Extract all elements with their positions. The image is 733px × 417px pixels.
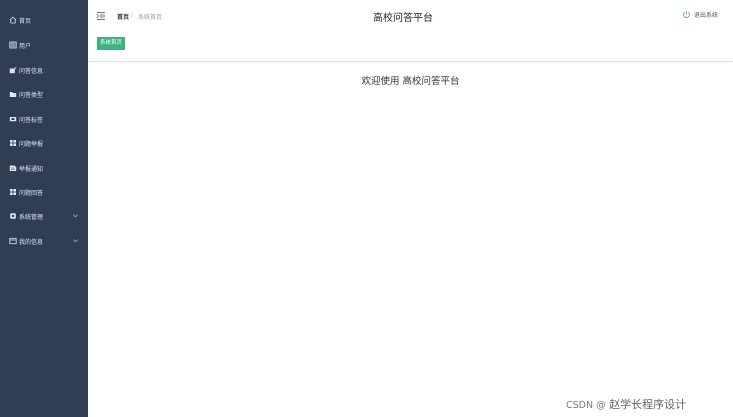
apps-icon — [9, 188, 17, 196]
chevron-down-icon[interactable] — [72, 212, 79, 219]
logout-button[interactable]: 退出系统 — [682, 10, 718, 19]
breadcrumb-home[interactable]: 首页 — [117, 12, 129, 21]
watermark-prefix: CSDN @ — [566, 400, 606, 411]
sidebar-item-label: 用户 — [19, 42, 32, 50]
sidebar-item-label: 系统管理 — [19, 213, 44, 221]
settings-icon — [9, 212, 17, 220]
breadcrumb-separator: / — [131, 12, 134, 19]
logout-label: 退出系统 — [694, 12, 719, 19]
edit-icon — [9, 66, 17, 74]
sidebar-item-my-info[interactable]: 我的信息 — [0, 232, 88, 250]
sidebar: 首页 用户 问答信息 问答类型 问答标签 问题举报 举报通知 问题回答 系统管理… — [0, 0, 88, 417]
sidebar-item-label: 问题举报 — [19, 140, 44, 148]
sidebar-item-home[interactable]: 首页 — [0, 11, 88, 29]
sidebar-item-qa-info[interactable]: 问答信息 — [0, 61, 88, 79]
sidebar-item-label: 首页 — [19, 17, 32, 25]
sidebar-item-users[interactable]: 用户 — [0, 36, 88, 54]
folder-icon — [9, 90, 17, 98]
sidebar-item-label: 问题回答 — [19, 189, 44, 197]
tag-icon — [9, 115, 17, 123]
sidebar-item-system-management[interactable]: 系统管理 — [0, 207, 88, 225]
tab-bar: 系统首页 — [88, 34, 733, 62]
apps-icon — [9, 139, 17, 147]
profile-icon — [9, 237, 17, 245]
sidebar-item-qa-type[interactable]: 问答类型 — [0, 85, 88, 103]
sidebar-item-label: 问答信息 — [19, 67, 44, 75]
home-icon — [9, 16, 17, 24]
notice-icon — [9, 164, 17, 172]
sidebar-item-label: 我的信息 — [19, 238, 44, 246]
breadcrumb-current: 系统首页 — [138, 14, 163, 21]
sidebar-item-label: 问答标签 — [19, 116, 44, 124]
tab-system-home[interactable]: 系统首页 — [97, 37, 126, 50]
menu-fold-icon[interactable] — [96, 11, 106, 21]
sidebar-item-question-report[interactable]: 问题举报 — [0, 134, 88, 152]
sidebar-item-qa-tag[interactable]: 问答标签 — [0, 110, 88, 128]
power-icon — [683, 10, 690, 18]
grid-icon — [9, 41, 17, 49]
sidebar-item-report-notice[interactable]: 举报通知 — [0, 159, 88, 177]
sidebar-item-label: 举报通知 — [19, 165, 44, 173]
watermark-author: 赵学长程序设计 — [609, 398, 687, 411]
sidebar-item-label: 问答类型 — [19, 91, 44, 99]
page-title: 高校问答平台 — [373, 13, 433, 24]
top-header: 首页 / 系统首页 高校问答平台 退出系统 — [88, 0, 733, 35]
sidebar-item-question-answer[interactable]: 问题回答 — [0, 183, 88, 201]
watermark: CSDN @ 赵学长程序设计 — [566, 396, 686, 412]
chevron-down-icon[interactable] — [72, 237, 79, 244]
welcome-message: 欢迎使用 高校问答平台 — [361, 76, 460, 87]
